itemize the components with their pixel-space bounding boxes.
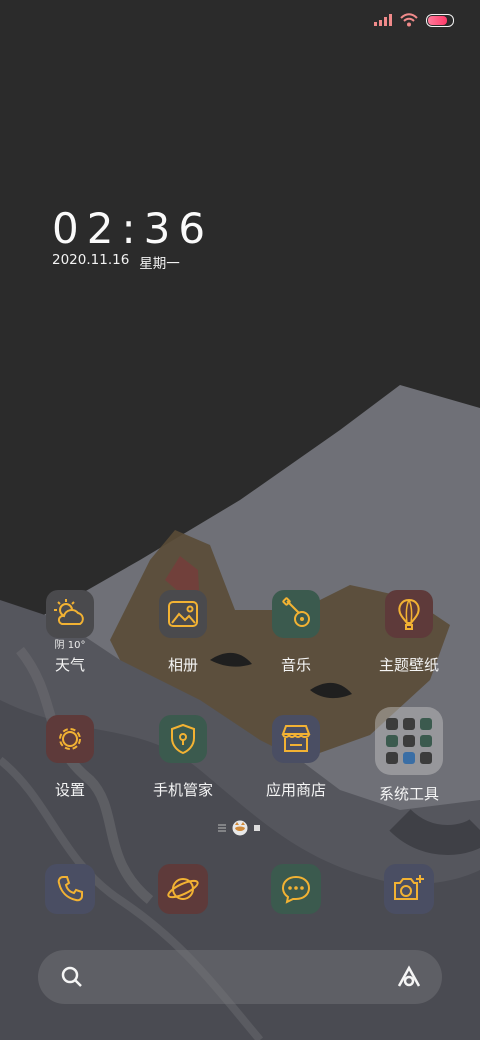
signal-icon [374,14,392,26]
app-label: 系统工具 [378,785,439,803]
app-label: 设置 [54,781,85,799]
message-icon[interactable] [271,864,321,914]
app-label: 主题壁纸 [378,656,439,674]
shiba-page-icon [232,820,248,836]
small-page-icon [254,825,260,831]
assistant-icon[interactable] [396,964,422,990]
app-label: 手机管家 [152,781,213,799]
weather-icon [46,590,94,638]
date-text: 2020.11.16 [52,252,130,268]
camera-icon[interactable] [384,864,434,914]
app-label: 天气 [54,656,85,674]
app-settings[interactable]: 设置 [15,715,125,800]
app-themes[interactable]: 主题壁纸 [354,590,464,675]
weather-summary: 阴 10° [15,640,125,652]
app-label: 相册 [167,656,198,674]
weekday-text: 星期一 [139,256,180,272]
store-icon [272,715,320,763]
gear-icon [46,715,94,763]
battery-icon [426,13,454,27]
app-weather[interactable]: 阴 10° 天气 [15,590,125,675]
balloon-icon [385,590,433,638]
weather-temp: 10° [67,640,86,651]
browser-icon[interactable] [158,864,208,914]
app-phone-manager[interactable]: 手机管家 [128,715,238,800]
gallery-icon [159,590,207,638]
battery-fill [428,15,448,25]
app-music[interactable]: 音乐 [241,590,351,675]
status-bar [374,10,454,30]
phone-icon[interactable] [45,864,95,914]
clock-date[interactable]: 2020.11.16 星期一 [52,252,180,272]
app-store[interactable]: 应用商店 [241,715,351,800]
page-indicator[interactable] [218,820,260,836]
clock-time[interactable]: 02:36 [52,204,213,253]
wifi-icon [400,13,418,27]
folder-icon [375,707,443,775]
search-bar[interactable] [38,950,442,1004]
menu-lines-icon [218,824,226,832]
app-label: 音乐 [280,656,311,674]
app-folder-system-tools[interactable]: 系统工具 [354,707,464,804]
search-icon[interactable] [60,965,84,989]
shield-icon [159,715,207,763]
app-gallery[interactable]: 相册 [128,590,238,675]
app-label: 应用商店 [265,781,326,799]
guitar-icon [272,590,320,638]
weather-condition: 阴 [54,640,65,651]
